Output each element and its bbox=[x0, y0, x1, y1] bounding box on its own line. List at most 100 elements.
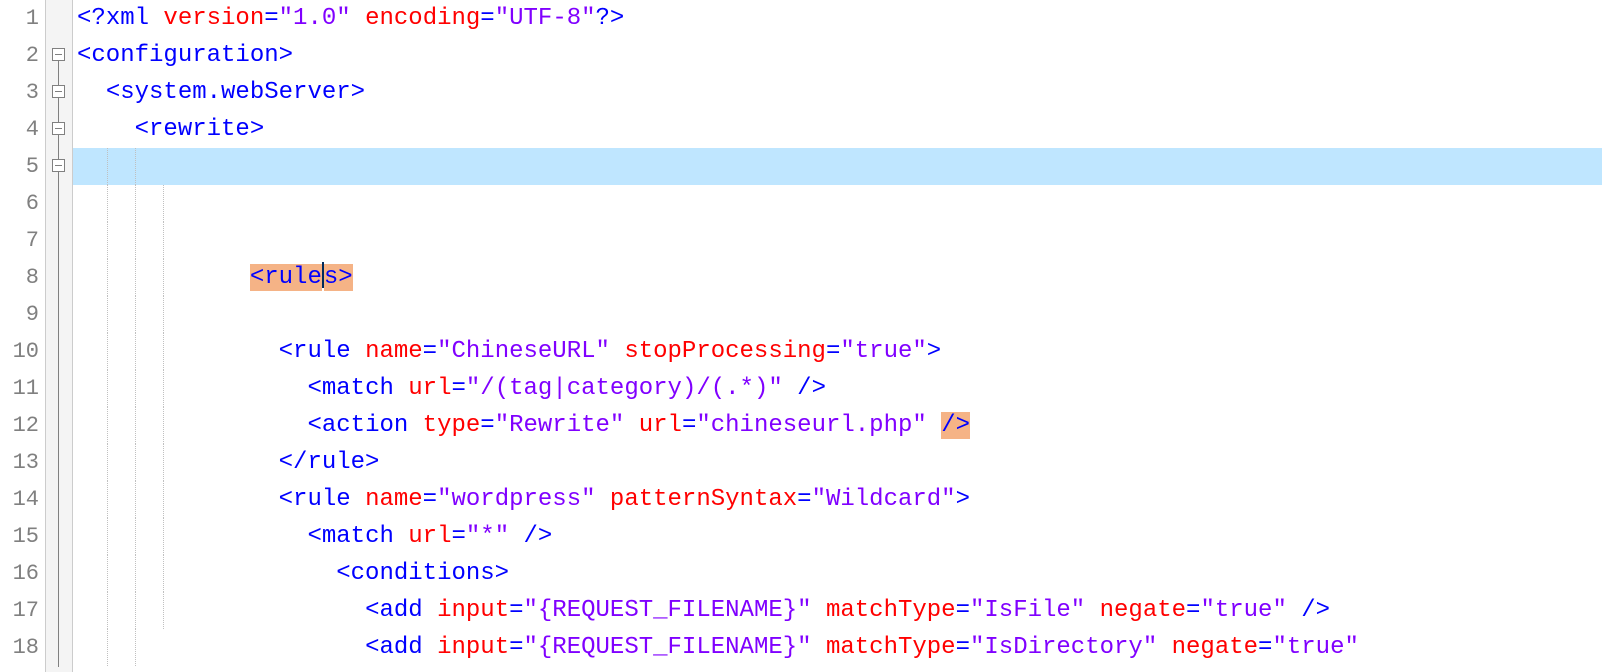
fold-toggle-icon[interactable] bbox=[52, 159, 65, 172]
indent-guide bbox=[107, 481, 109, 518]
attr-value: "1.0" bbox=[279, 5, 351, 32]
indent-guide bbox=[107, 185, 109, 222]
code-line[interactable]: <configuration> bbox=[73, 37, 1602, 74]
indent-guide bbox=[135, 370, 137, 407]
indent-guide bbox=[163, 370, 165, 407]
indent-guide bbox=[135, 259, 137, 296]
attr-name: version bbox=[163, 5, 264, 32]
fold-line bbox=[58, 172, 59, 667]
indent-guide bbox=[107, 148, 109, 185]
line-number: 12 bbox=[0, 407, 45, 444]
code-line[interactable]: </rule> bbox=[73, 592, 1602, 629]
xml-pi-close: ?> bbox=[596, 5, 625, 32]
indent-guide bbox=[107, 629, 109, 666]
indent-guide bbox=[107, 592, 109, 629]
equals: = bbox=[480, 5, 494, 32]
indent-guide bbox=[163, 333, 165, 370]
line-number: 17 bbox=[0, 592, 45, 629]
indent-guide bbox=[135, 296, 137, 333]
indent-guide bbox=[107, 296, 109, 333]
indent-guide bbox=[107, 222, 109, 259]
code-line[interactable]: <conditions> bbox=[73, 407, 1602, 444]
indent-guide bbox=[163, 296, 165, 333]
code-line[interactable]: <action type="Rewrite" url="chineseurl.p… bbox=[73, 259, 1602, 296]
indent-guide bbox=[163, 185, 165, 222]
line-number: 14 bbox=[0, 481, 45, 518]
indent bbox=[77, 79, 106, 106]
code-line-active[interactable]: <rules> bbox=[73, 148, 1602, 185]
equals: = bbox=[264, 5, 278, 32]
line-number: 11 bbox=[0, 370, 45, 407]
code-line[interactable]: <?xml version="1.0" encoding="UTF-8"?> bbox=[73, 0, 1602, 37]
indent-guide bbox=[107, 518, 109, 555]
indent-guide bbox=[135, 481, 137, 518]
indent-guide bbox=[107, 259, 109, 296]
tag: <system.webServer> bbox=[106, 79, 365, 106]
line-number: 16 bbox=[0, 555, 45, 592]
line-number: 7 bbox=[0, 222, 45, 259]
code-area[interactable]: <?xml version="1.0" encoding="UTF-8"?> <… bbox=[73, 0, 1602, 672]
fold-toggle-icon[interactable] bbox=[52, 85, 65, 98]
tag: <rewrite> bbox=[135, 116, 265, 143]
indent-guide bbox=[107, 370, 109, 407]
line-number: 18 bbox=[0, 629, 45, 666]
indent-guide bbox=[163, 259, 165, 296]
indent-guide bbox=[135, 555, 137, 592]
code-line[interactable]: <match url="/(tag|category)/(.*)" /> bbox=[73, 222, 1602, 259]
line-number: 13 bbox=[0, 444, 45, 481]
code-line[interactable]: <rule name="ChineseURL" stopProcessing="… bbox=[73, 185, 1602, 222]
line-number-gutter: 1 2 3 4 5 6 7 8 9 10 11 12 13 14 15 16 1… bbox=[0, 0, 46, 672]
line-number: 6 bbox=[0, 185, 45, 222]
line-number: 10 bbox=[0, 333, 45, 370]
indent-guide bbox=[135, 629, 137, 666]
line-number: 9 bbox=[0, 296, 45, 333]
fold-toggle-icon[interactable] bbox=[52, 48, 65, 61]
indent-guide bbox=[135, 592, 137, 629]
line-number: 2 bbox=[0, 37, 45, 74]
space bbox=[351, 5, 365, 32]
code-line[interactable]: <rewrite> bbox=[73, 111, 1602, 148]
line-number: 3 bbox=[0, 74, 45, 111]
code-line[interactable]: </rules> bbox=[73, 629, 1602, 666]
code-line[interactable]: </conditions> bbox=[73, 518, 1602, 555]
line-number: 1 bbox=[0, 0, 45, 37]
code-line[interactable]: <match url="*" /> bbox=[73, 370, 1602, 407]
indent-guide bbox=[163, 555, 165, 592]
indent-guide bbox=[107, 407, 109, 444]
indent-guide bbox=[135, 148, 137, 185]
attr-name: encoding bbox=[365, 5, 480, 32]
code-line[interactable]: <add input="{REQUEST_FILENAME}" matchTyp… bbox=[73, 481, 1602, 518]
xml-pi-name: xml bbox=[106, 5, 164, 32]
indent-guide bbox=[163, 444, 165, 481]
code-line[interactable]: <rule name="wordpress" patternSyntax="Wi… bbox=[73, 333, 1602, 370]
attr-value: "UTF-8" bbox=[495, 5, 596, 32]
indent-guide bbox=[135, 518, 137, 555]
indent-guide bbox=[163, 222, 165, 259]
xml-pi-open: <? bbox=[77, 5, 106, 32]
line-number: 8 bbox=[0, 259, 45, 296]
indent-guide bbox=[163, 481, 165, 518]
code-line[interactable]: <system.webServer> bbox=[73, 74, 1602, 111]
indent-guide bbox=[163, 518, 165, 555]
code-line[interactable]: <action type="Rewrite" url="index.php" /… bbox=[73, 555, 1602, 592]
indent-guide bbox=[107, 444, 109, 481]
fold-gutter[interactable] bbox=[46, 0, 73, 672]
indent-guide bbox=[135, 222, 137, 259]
indent-guide bbox=[107, 333, 109, 370]
tag: <configuration> bbox=[77, 42, 293, 69]
fold-line bbox=[58, 61, 59, 85]
code-line[interactable]: <add input="{REQUEST_FILENAME}" matchTyp… bbox=[73, 444, 1602, 481]
fold-line bbox=[58, 98, 59, 122]
indent bbox=[77, 116, 135, 143]
code-line[interactable]: </rule> bbox=[73, 296, 1602, 333]
line-number: 15 bbox=[0, 518, 45, 555]
code-editor[interactable]: 1 2 3 4 5 6 7 8 9 10 11 12 13 14 15 16 1… bbox=[0, 0, 1602, 672]
indent-guide bbox=[163, 407, 165, 444]
indent-guide bbox=[135, 185, 137, 222]
fold-toggle-icon[interactable] bbox=[52, 122, 65, 135]
indent-guide bbox=[135, 333, 137, 370]
line-number: 5 bbox=[0, 148, 45, 185]
indent-guide bbox=[163, 592, 165, 629]
indent-guide bbox=[135, 444, 137, 481]
indent-guide bbox=[107, 555, 109, 592]
